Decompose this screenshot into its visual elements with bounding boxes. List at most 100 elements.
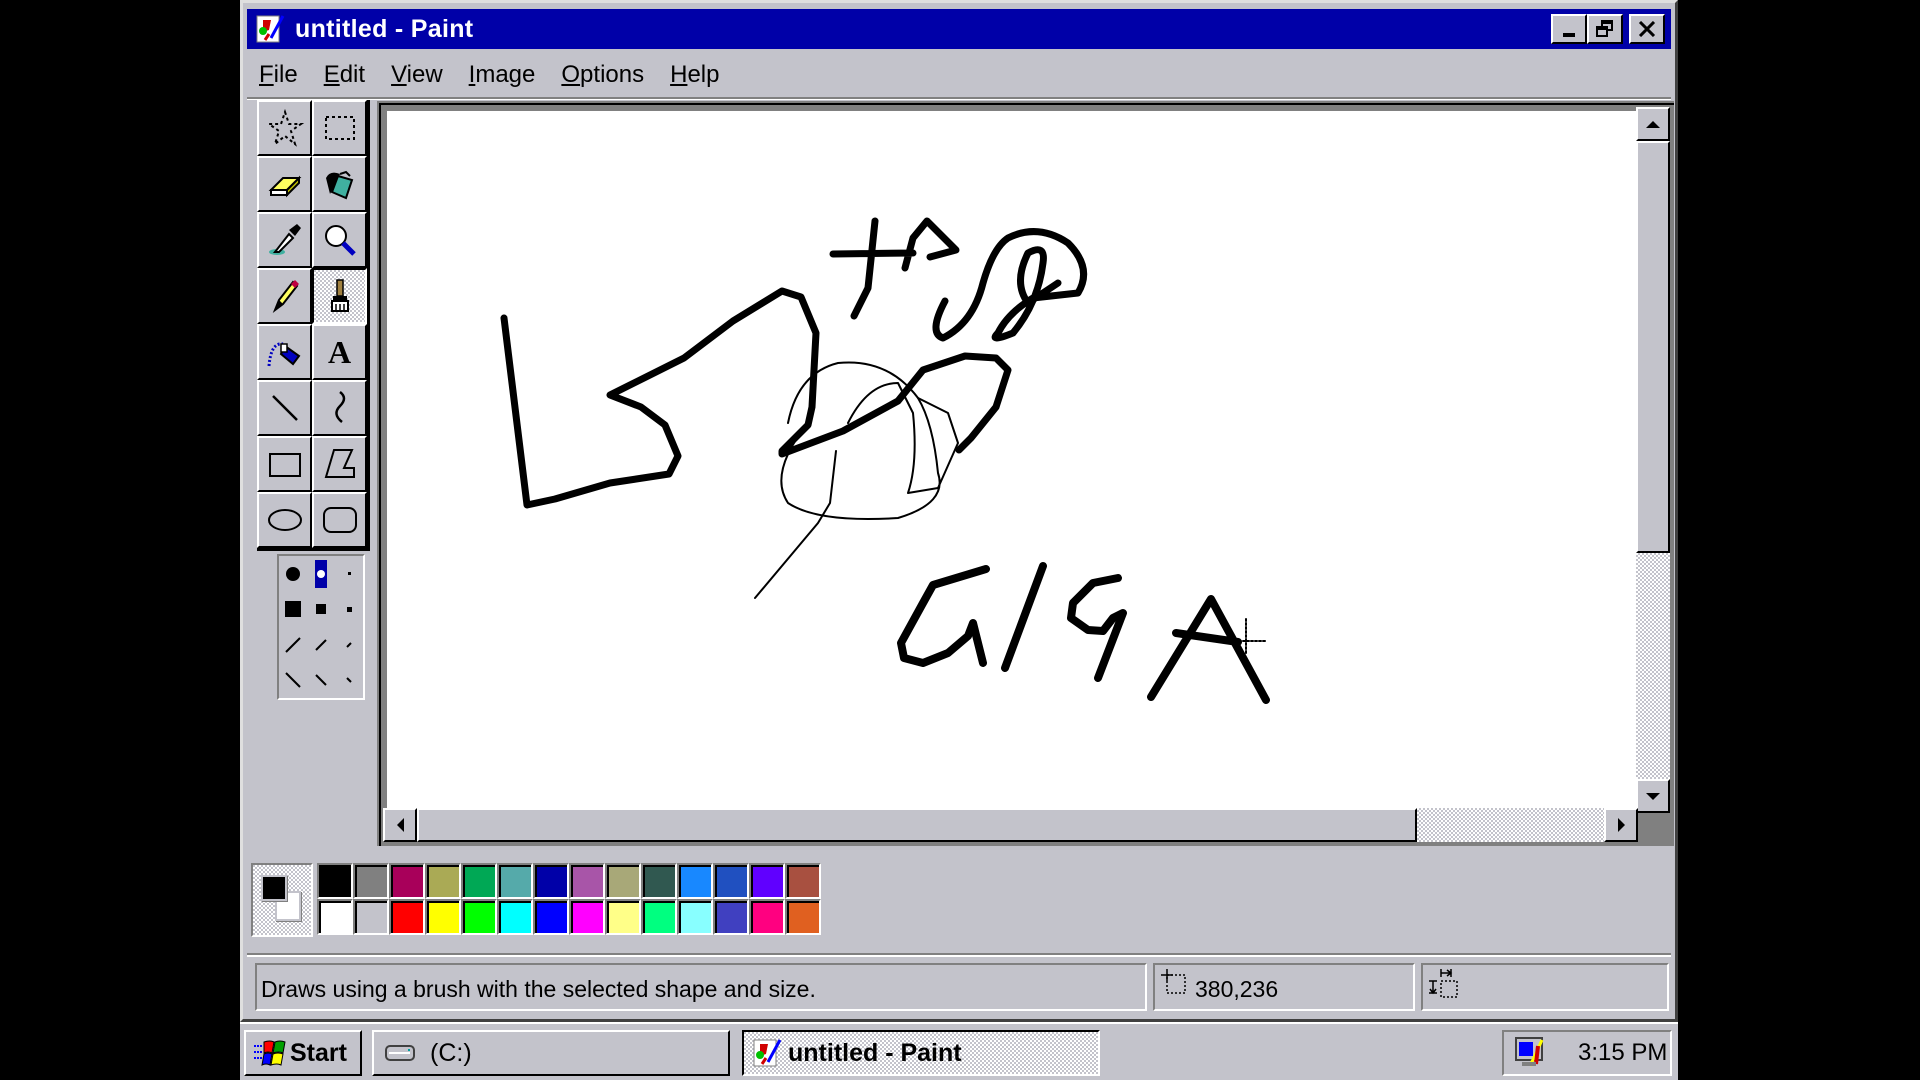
tool-ellipse[interactable] — [257, 492, 312, 548]
color-swatch[interactable] — [425, 863, 461, 899]
start-button[interactable]: Start — [244, 1030, 362, 1076]
tool-select[interactable] — [312, 100, 367, 156]
horizontal-scrollbar[interactable] — [383, 808, 1638, 842]
close-button[interactable] — [1629, 14, 1665, 44]
status-message-text: Draws using a brush with the selected sh… — [261, 976, 816, 1002]
brush-round-large[interactable] — [282, 559, 304, 589]
brush-backslash-large[interactable] — [282, 665, 304, 695]
rect-select-icon — [324, 116, 355, 140]
color-swatch[interactable] — [461, 863, 497, 899]
color-swatch[interactable] — [641, 899, 677, 935]
color-swatch[interactable] — [605, 899, 641, 935]
color-swatch[interactable] — [317, 863, 353, 899]
color-swatch-fill — [391, 865, 423, 897]
color-swatch[interactable] — [749, 899, 785, 935]
display-settings-icon[interactable] — [1514, 1036, 1550, 1070]
current-colors[interactable] — [251, 863, 313, 937]
title-bar[interactable]: untitled - Paint — [247, 9, 1671, 49]
color-swatch[interactable] — [317, 899, 353, 935]
color-swatch[interactable] — [569, 899, 605, 935]
tool-polygon[interactable] — [312, 436, 367, 492]
color-swatch[interactable] — [677, 899, 713, 935]
color-swatch[interactable] — [749, 863, 785, 899]
scroll-up-button[interactable] — [1636, 107, 1670, 141]
color-swatch[interactable] — [785, 899, 821, 935]
taskbar-paint[interactable]: untitled - Paint — [742, 1030, 1100, 1076]
tool-rounded-rectangle[interactable] — [312, 492, 367, 548]
menu-options[interactable]: Options — [559, 61, 646, 89]
status-selection-size — [1421, 963, 1669, 1011]
desktop: untitled - Paint File Edit View Image Op… — [0, 0, 1920, 1080]
menu-file[interactable]: File — [257, 61, 300, 89]
color-swatch[interactable] — [389, 863, 425, 899]
color-swatch[interactable] — [497, 899, 533, 935]
color-swatch[interactable] — [785, 863, 821, 899]
tool-rectangle[interactable] — [257, 436, 312, 492]
color-swatch[interactable] — [713, 899, 749, 935]
vertical-scroll-thumb[interactable] — [1636, 141, 1670, 553]
menu-edit[interactable]: Edit — [322, 61, 367, 89]
tool-text[interactable]: A — [312, 324, 367, 380]
brush-square-small[interactable] — [338, 594, 360, 624]
tool-curve[interactable] — [312, 380, 367, 436]
tool-airbrush[interactable] — [257, 324, 312, 380]
tool-magnifier[interactable] — [312, 212, 367, 268]
color-swatch-fill — [427, 865, 459, 897]
restore-button[interactable] — [1587, 14, 1623, 44]
color-swatch[interactable] — [461, 899, 497, 935]
color-swatch[interactable] — [353, 899, 389, 935]
tool-eraser[interactable] — [257, 156, 312, 212]
menu-help-label: elp — [687, 61, 720, 88]
color-swatch[interactable] — [569, 863, 605, 899]
brush-round-small[interactable] — [338, 559, 360, 589]
color-swatch[interactable] — [497, 863, 533, 899]
tool-pencil[interactable] — [257, 268, 312, 324]
tool-line[interactable] — [257, 380, 312, 436]
brush-round-medium[interactable] — [315, 559, 327, 588]
brush-square-large[interactable] — [282, 594, 304, 624]
color-swatch-fill — [391, 901, 423, 933]
tool-fill[interactable] — [312, 156, 367, 212]
minimize-button[interactable] — [1551, 14, 1587, 44]
minimize-icon — [1563, 33, 1575, 37]
tool-free-form-select[interactable] — [257, 100, 312, 156]
arrow-right-icon — [1617, 818, 1625, 832]
tool-brush[interactable] — [312, 268, 367, 324]
paint-app-icon[interactable] — [255, 14, 285, 44]
brush-square-medium[interactable] — [310, 594, 332, 624]
status-position: 380,236 — [1153, 963, 1415, 1011]
color-swatch[interactable] — [533, 863, 569, 899]
color-swatch[interactable] — [713, 863, 749, 899]
scroll-right-button[interactable] — [1604, 808, 1638, 842]
horizontal-scroll-thumb[interactable] — [417, 808, 1417, 842]
scroll-down-button[interactable] — [1636, 779, 1670, 813]
color-swatch[interactable] — [533, 899, 569, 935]
menu-edit-label: dit — [339, 61, 366, 88]
magnifier-icon — [324, 225, 356, 256]
vertical-scrollbar[interactable] — [1636, 107, 1670, 813]
menu-image-label: mage — [475, 61, 536, 88]
taskbar-drive-c[interactable]: (C:) — [372, 1030, 730, 1076]
menu-image[interactable]: Image — [467, 61, 538, 89]
drawing-canvas[interactable] — [387, 111, 1636, 813]
scroll-left-button[interactable] — [383, 808, 417, 842]
color-swatch[interactable] — [605, 863, 641, 899]
color-swatch[interactable] — [425, 899, 461, 935]
brush-slash-large[interactable] — [282, 630, 304, 660]
tool-pick-color[interactable] — [257, 212, 312, 268]
menu-view-accel: V — [391, 61, 407, 88]
brush-slash-small[interactable] — [338, 630, 360, 660]
color-swatch-fill — [319, 901, 351, 933]
brush-slash-medium[interactable] — [310, 630, 332, 660]
clock[interactable]: 3:15 PM — [1578, 1039, 1667, 1067]
brush-backslash-small[interactable] — [338, 665, 360, 695]
color-swatch[interactable] — [677, 863, 713, 899]
color-swatch[interactable] — [641, 863, 677, 899]
brush-backslash-medium[interactable] — [310, 665, 332, 695]
menu-view[interactable]: View — [389, 61, 445, 89]
color-swatch[interactable] — [389, 899, 425, 935]
color-swatch[interactable] — [353, 863, 389, 899]
pencil-stroke-tail — [754, 450, 837, 599]
pencil-stroke-loop — [780, 361, 941, 520]
menu-help[interactable]: Help — [668, 61, 721, 89]
